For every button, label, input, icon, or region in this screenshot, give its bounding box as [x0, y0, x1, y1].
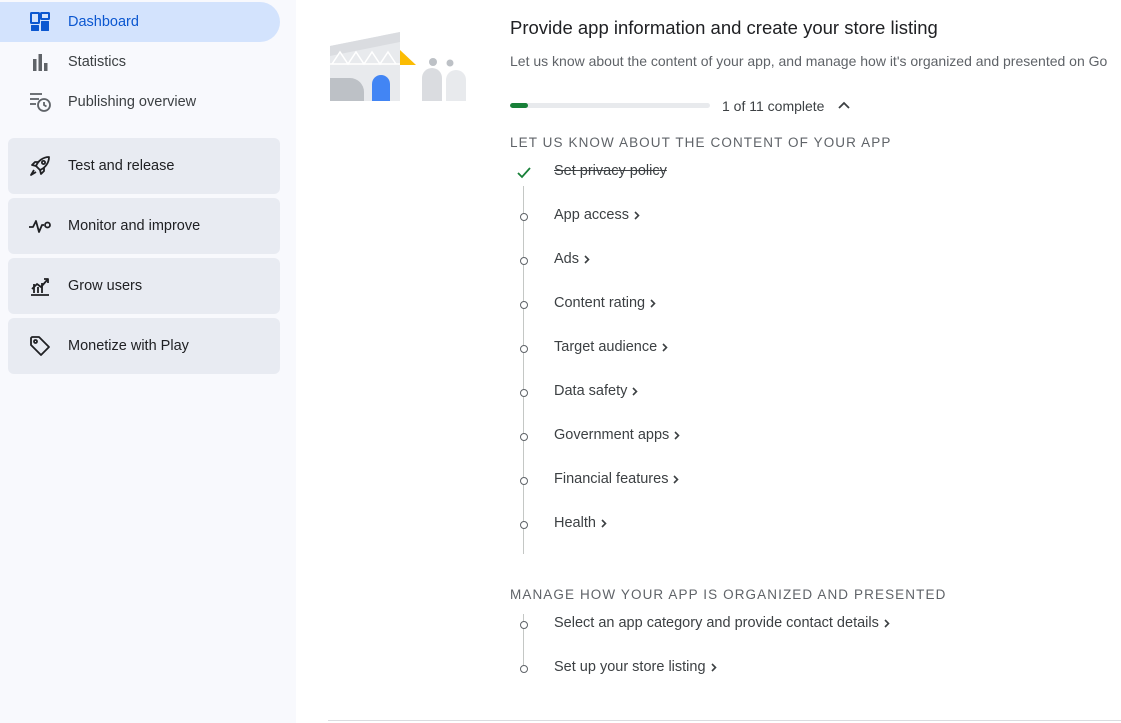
task-label: Select an app category and provide conta… — [554, 615, 879, 631]
task-link[interactable]: Select an app category and provide conta… — [554, 615, 891, 631]
task-item-content-rating[interactable]: Content rating — [510, 292, 1110, 318]
task-item-app-access[interactable]: App access — [510, 204, 1110, 230]
chevron-right-icon — [672, 473, 680, 485]
page-description: Let us know about the content of your ap… — [510, 53, 1108, 69]
sidebar-group-monitor-and-improve[interactable]: Monitor and improve — [8, 198, 280, 254]
task-link[interactable]: Health — [554, 515, 608, 531]
chevron-right-icon — [673, 429, 681, 441]
divider — [328, 720, 1121, 721]
task-link[interactable]: Target audience — [554, 339, 669, 355]
sidebar-group-label: Monetize with Play — [68, 338, 189, 354]
sidebar: Dashboard Statistics Publishing overview — [0, 0, 296, 723]
step-marker — [519, 520, 529, 530]
task-item-target-audience[interactable]: Target audience — [510, 336, 1110, 362]
task-item-store-listing[interactable]: Set up your store listing — [510, 656, 1110, 682]
task-link[interactable]: Government apps — [554, 427, 681, 443]
task-label: Government apps — [554, 427, 670, 443]
task-link[interactable]: Financial features — [554, 471, 680, 487]
task-label: Data safety — [554, 383, 628, 399]
timeline-line — [523, 186, 524, 554]
task-link[interactable]: Content rating — [554, 295, 657, 311]
pulse-icon — [28, 215, 52, 237]
chevron-right-icon — [633, 209, 641, 221]
task-label: Health — [554, 515, 596, 531]
bar-chart-icon — [28, 52, 52, 72]
chevron-right-icon — [600, 517, 608, 529]
step-marker — [519, 620, 529, 630]
task-item-ads[interactable]: Ads — [510, 248, 1110, 274]
store-listing-illustration — [328, 28, 468, 104]
sidebar-item-statistics[interactable]: Statistics — [0, 42, 280, 82]
task-label: Content rating — [554, 295, 646, 311]
check-icon — [515, 166, 533, 180]
task-label: Set up your store listing — [554, 659, 706, 675]
chevron-right-icon — [883, 617, 891, 629]
sidebar-group-grow-users[interactable]: Grow users — [8, 258, 280, 314]
chevron-right-icon — [583, 253, 591, 265]
page-title: Provide app information and create your … — [510, 17, 938, 38]
step-marker — [519, 344, 529, 354]
step-marker — [519, 256, 529, 266]
task-item-data-safety[interactable]: Data safety — [510, 380, 1110, 406]
task-item-set-privacy-policy: Set privacy policy — [510, 160, 1110, 186]
sidebar-group-label: Monitor and improve — [68, 218, 201, 234]
chevron-right-icon — [661, 341, 669, 353]
sidebar-group-label: Grow users — [68, 278, 143, 294]
chevron-right-icon — [649, 297, 657, 309]
section-heading: LET US KNOW ABOUT THE CONTENT OF YOUR AP… — [510, 135, 892, 150]
rocket-icon — [28, 155, 52, 177]
task-item-health[interactable]: Health — [510, 512, 1110, 538]
step-marker — [519, 432, 529, 442]
sidebar-item-label: Dashboard — [68, 14, 139, 30]
step-marker — [519, 476, 529, 486]
task-link[interactable]: Ads — [554, 251, 591, 267]
step-marker — [519, 300, 529, 310]
dashboard-icon — [28, 12, 52, 32]
task-label: Financial features — [554, 471, 669, 487]
tag-icon — [28, 335, 52, 357]
task-link[interactable]: App access — [554, 207, 641, 223]
collapse-button[interactable] — [834, 96, 854, 116]
task-link[interactable]: Data safety — [554, 383, 639, 399]
task-link[interactable]: Set up your store listing — [554, 659, 718, 675]
growth-chart-icon — [28, 275, 52, 297]
step-marker — [519, 664, 529, 674]
publishing-overview-icon — [28, 92, 52, 112]
progress-bar-fill — [510, 103, 528, 108]
sidebar-item-dashboard[interactable]: Dashboard — [0, 2, 280, 42]
chevron-right-icon — [631, 385, 639, 397]
task-label: Target audience — [554, 339, 658, 355]
sidebar-item-label: Statistics — [68, 54, 127, 70]
step-marker — [519, 388, 529, 398]
sidebar-group-label: Test and release — [68, 158, 175, 174]
sidebar-group-test-and-release[interactable]: Test and release — [8, 138, 280, 194]
section-heading: MANAGE HOW YOUR APP IS ORGANIZED AND PRE… — [510, 587, 947, 602]
task-label: Set privacy policy — [554, 163, 667, 179]
chevron-right-icon — [710, 661, 718, 673]
task-item-government-apps[interactable]: Government apps — [510, 424, 1110, 450]
task-label: App access — [554, 207, 629, 223]
task-label: Ads — [554, 251, 579, 267]
progress-bar — [510, 103, 710, 108]
sidebar-group-monetize-with-play[interactable]: Monetize with Play — [8, 318, 280, 374]
sidebar-item-publishing-overview[interactable]: Publishing overview — [0, 82, 280, 122]
progress-text: 1 of 11 complete — [722, 98, 825, 114]
sidebar-item-label: Publishing overview — [68, 94, 197, 110]
task-item-financial-features[interactable]: Financial features — [510, 468, 1110, 494]
chevron-up-icon — [837, 97, 851, 115]
step-marker — [519, 212, 529, 222]
task-item-app-category[interactable]: Select an app category and provide conta… — [510, 612, 1110, 638]
